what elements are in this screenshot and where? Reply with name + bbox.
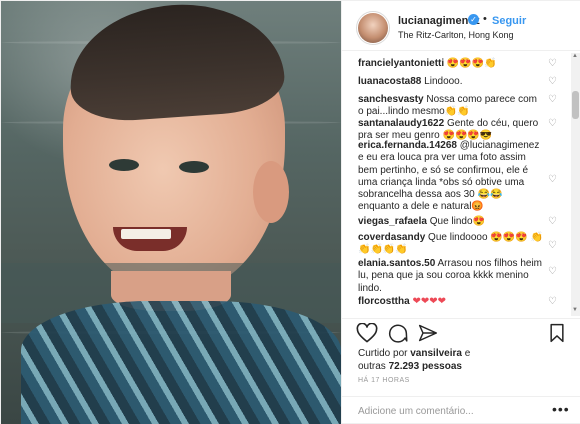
- heart-icon[interactable]: [356, 323, 378, 343]
- comment: florcosttha ❤❤❤❤: [358, 296, 544, 308]
- boy-ear: [253, 161, 289, 223]
- boy-eye-left: [109, 159, 139, 171]
- liked-by-user[interactable]: vansilveira: [410, 348, 462, 359]
- comment: santanalaudy1622 Gente do céu, quero pra…: [358, 118, 544, 143]
- comment-user[interactable]: erica.fernanda.14268: [358, 140, 457, 151]
- avatar[interactable]: [358, 13, 388, 43]
- comment-like-heart-icon[interactable]: ♡: [548, 216, 557, 227]
- scrollbar-thumb[interactable]: [572, 91, 579, 119]
- comment-like-heart-icon[interactable]: ♡: [548, 240, 557, 251]
- comment-text: Que lindo😍: [429, 216, 485, 227]
- comment-like-heart-icon[interactable]: ♡: [548, 58, 557, 69]
- post-timestamp[interactable]: HÁ 17 HORAS: [358, 377, 410, 384]
- comment-like-heart-icon[interactable]: ♡: [548, 94, 557, 105]
- comment-text: 😍😍😍👏: [446, 58, 497, 69]
- comment: elania.santos.50 Arrasou nos filhos heim…: [358, 258, 544, 295]
- comment-user[interactable]: viegas_rafaela: [358, 216, 427, 227]
- boy-hair: [65, 1, 287, 125]
- comment-like-heart-icon[interactable]: ♡: [548, 76, 557, 87]
- bookmark-icon[interactable]: [548, 323, 566, 343]
- scroll-up-arrow-icon[interactable]: ▲: [572, 53, 578, 59]
- comment-like-heart-icon[interactable]: ♡: [548, 296, 557, 307]
- comment-user[interactable]: coverdasandy: [358, 232, 425, 243]
- post-actions-bar: [342, 318, 580, 346]
- likes-count[interactable]: 72.293 pessoas: [389, 361, 462, 372]
- comment-icon[interactable]: [388, 323, 408, 343]
- post-header: lucianagimenez ✓ • Seguir The Ritz-Carlt…: [342, 1, 580, 51]
- comment-text: Lindooo.: [424, 76, 463, 87]
- comment-user[interactable]: florcosttha: [358, 296, 410, 307]
- comment: francielyantonietti 😍😍😍👏: [358, 58, 544, 70]
- comment-user[interactable]: luanacosta88: [358, 76, 421, 87]
- follow-button[interactable]: Seguir: [492, 15, 526, 27]
- post-photo[interactable]: [1, 1, 341, 424]
- verified-badge-icon: ✓: [468, 14, 479, 25]
- instagram-post: lucianagimenez ✓ • Seguir The Ritz-Carlt…: [0, 0, 580, 424]
- share-icon[interactable]: [418, 323, 438, 343]
- likes-middle: e: [461, 348, 471, 359]
- comment-user[interactable]: santanalaudy1622: [358, 118, 444, 129]
- comment: luanacosta88 Lindooo.: [358, 76, 544, 88]
- comment-text: ❤❤❤❤: [412, 296, 446, 307]
- boy-eye-right: [179, 161, 209, 173]
- more-options-icon[interactable]: •••: [552, 401, 570, 417]
- comment: erica.fernanda.14268 @lucianagimenez e e…: [358, 140, 544, 214]
- add-comment-box: Adicione um comentário... •••: [342, 396, 580, 424]
- comment-user[interactable]: francielyantonietti: [358, 58, 444, 69]
- boy-teeth: [121, 229, 171, 239]
- scroll-down-arrow-icon[interactable]: ▼: [572, 307, 578, 313]
- likes-line2-prefix: outras: [358, 361, 389, 372]
- comment: viegas_rafaela Que lindo😍: [358, 216, 544, 228]
- likes-prefix: Curtido por: [358, 348, 411, 359]
- comment-input[interactable]: Adicione um comentário...: [358, 406, 474, 417]
- comment-user[interactable]: elania.santos.50: [358, 258, 435, 269]
- comment-like-heart-icon[interactable]: ♡: [548, 174, 557, 185]
- comments-list: francielyantonietti 😍😍😍👏 ♡ luanacosta88 …: [342, 52, 580, 318]
- boy-shirt: [21, 301, 341, 424]
- post-location[interactable]: The Ritz-Carlton, Hong Kong: [398, 30, 514, 40]
- post-side-panel: lucianagimenez ✓ • Seguir The Ritz-Carlt…: [341, 1, 580, 424]
- comment-like-heart-icon[interactable]: ♡: [548, 118, 557, 129]
- likes-summary: Curtido por vansilveira e outras 72.293 …: [358, 347, 568, 373]
- comment-user[interactable]: sanchesvasty: [358, 94, 424, 105]
- comment: sanchesvasty Nossa como parece com o pai…: [358, 94, 544, 119]
- comment-like-heart-icon[interactable]: ♡: [548, 266, 557, 277]
- comment: coverdasandy Que lindoooo 😍😍😍 👏👏👏👏👏: [358, 232, 544, 257]
- separator-dot: •: [483, 13, 487, 25]
